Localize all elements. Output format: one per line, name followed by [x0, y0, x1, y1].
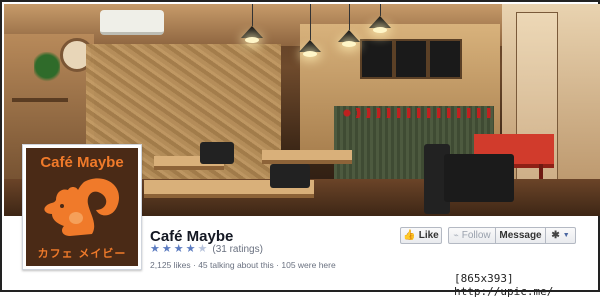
likes-count[interactable]: 2,125 likes: [150, 260, 191, 270]
lamp-glow: [373, 27, 387, 33]
watermark: [865x393] http://upic.me/: [454, 272, 554, 298]
star-icon: ★: [150, 243, 160, 255]
action-button-group: ⌁ Follow Message ✱ ▼: [448, 227, 576, 244]
message-label: Message: [499, 230, 542, 241]
lamp-cord: [310, 4, 311, 40]
star-icon: ★: [161, 243, 172, 255]
logo-subtitle: カフェ メイビー: [37, 247, 127, 260]
thumbs-up-icon: 👍: [403, 230, 416, 241]
profile-picture[interactable]: Café Maybe カフェ メイビー: [22, 144, 142, 270]
settings-dropdown-button[interactable]: ✱ ▼: [546, 227, 576, 244]
gear-icon: ✱: [551, 230, 560, 241]
lamp-glow: [245, 37, 259, 43]
window-pane: [516, 12, 558, 204]
menu-board: [428, 39, 462, 79]
cafe-table: [262, 150, 352, 164]
cafe-chair: [270, 164, 310, 188]
star-icon: ★: [173, 243, 184, 255]
sofa: [444, 154, 514, 202]
like-button[interactable]: 👍 Like: [400, 227, 442, 244]
star-empty-icon: ★: [197, 243, 208, 255]
caret-down-icon: ▼: [562, 232, 570, 239]
wall-shelf: [12, 98, 68, 102]
were-here-count[interactable]: 105 were here: [281, 260, 335, 270]
lamp-cord: [252, 4, 253, 26]
christmas-tree: [34, 52, 60, 88]
squirrel-icon: [44, 178, 120, 236]
air-conditioner: [100, 10, 164, 35]
message-button[interactable]: Message: [496, 227, 546, 244]
lamp-glow: [342, 41, 356, 47]
menu-board: [360, 39, 394, 79]
lamp-glow: [303, 51, 317, 57]
rating-count: (31 ratings): [212, 244, 263, 255]
cafe-chair: [200, 142, 234, 164]
christmas-garland: [342, 108, 492, 118]
page-stats: 2,125 likes · 45 talking about this · 10…: [150, 260, 336, 270]
facebook-page-header: Café Maybe カフェ メイビー Café Maybe ★ ★ ★ ★ ★…: [0, 0, 600, 292]
menu-board: [394, 39, 428, 79]
lamp-cord: [349, 4, 350, 30]
lamp-cord: [380, 4, 381, 16]
logo-title: Café Maybe: [40, 154, 124, 171]
rss-icon: ⌁: [453, 230, 459, 240]
profile-logo: Café Maybe カフェ メイビー: [26, 148, 138, 266]
follow-label: Follow: [461, 230, 491, 241]
like-label: Like: [418, 230, 439, 241]
talking-about-count[interactable]: 45 talking about this: [198, 260, 274, 270]
star-icon: ★: [185, 243, 196, 255]
follow-button[interactable]: ⌁ Follow: [448, 227, 496, 244]
rating-row[interactable]: ★ ★ ★ ★ ★ (31 ratings): [150, 243, 263, 256]
